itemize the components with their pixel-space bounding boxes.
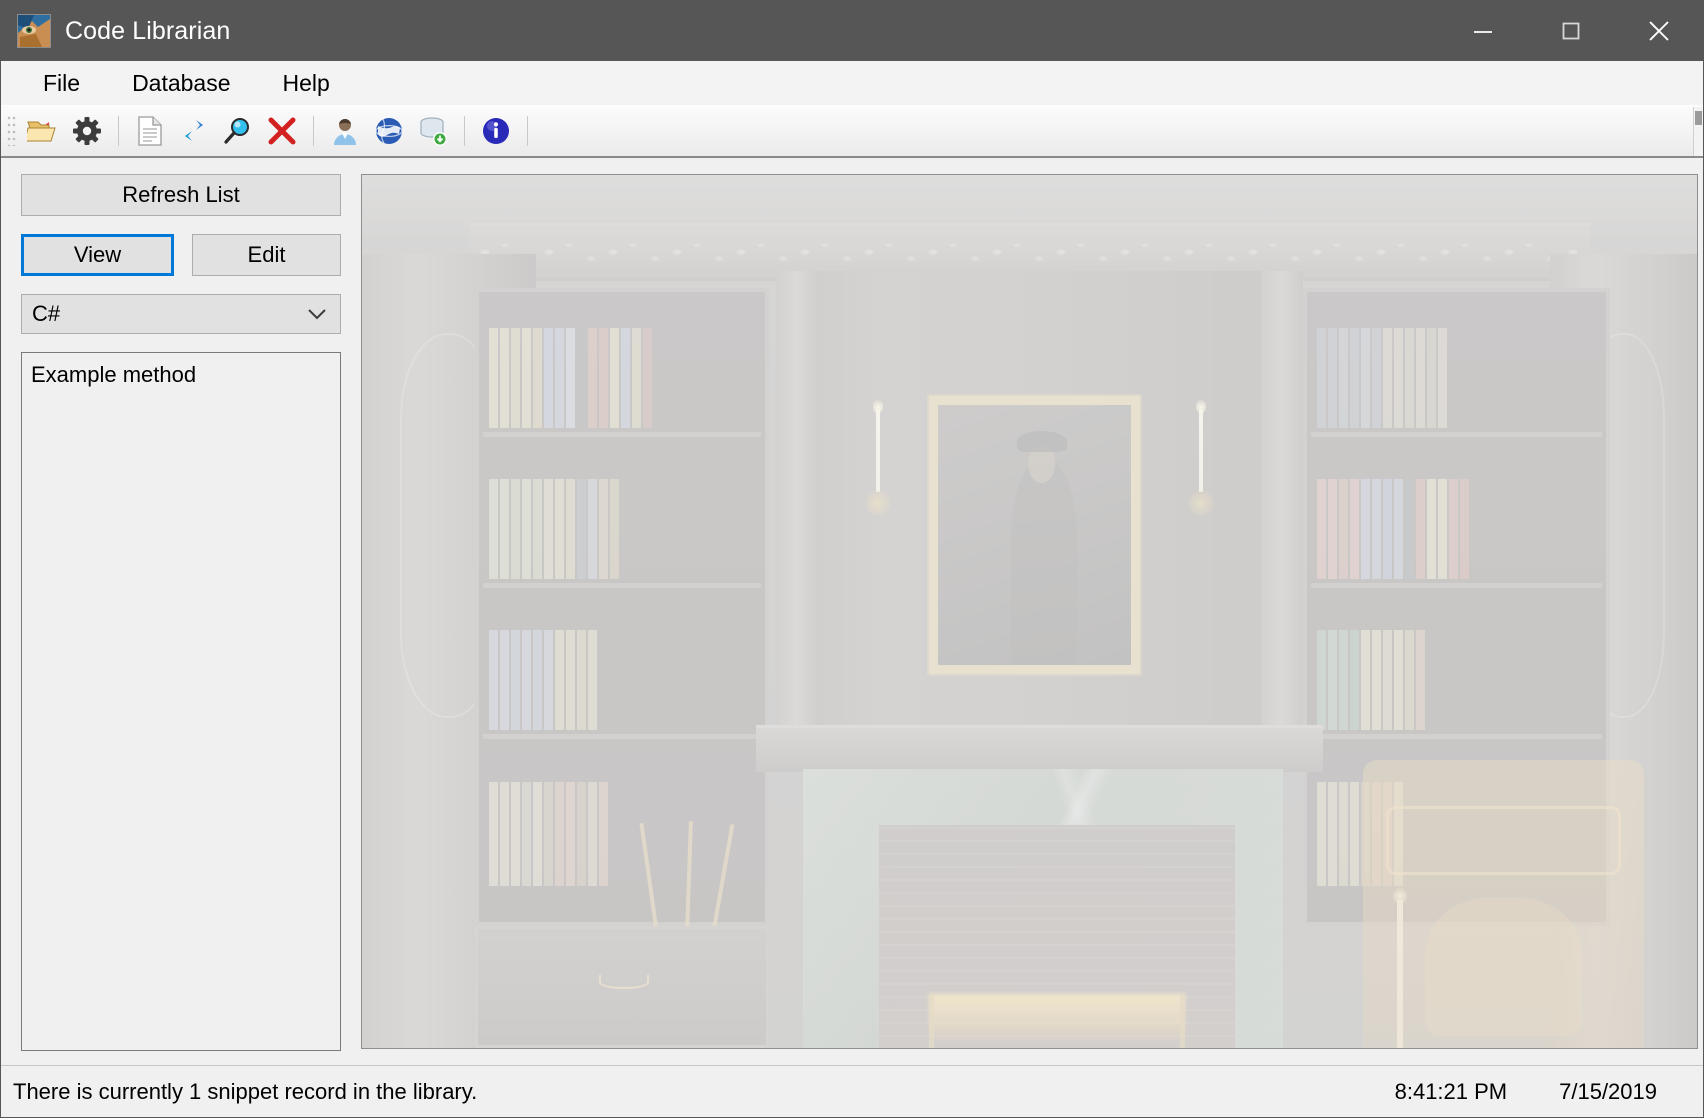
main-content: Refresh List View Edit C# Example method <box>1 158 1703 1065</box>
status-bar: There is currently 1 snippet record in t… <box>1 1065 1703 1117</box>
menu-item-database[interactable]: Database <box>116 67 246 100</box>
bookcase-left <box>475 288 770 926</box>
menu-bar: File Database Help <box>1 61 1703 105</box>
refresh-list-button[interactable]: Refresh List <box>21 174 341 216</box>
edit-button[interactable]: Edit <box>192 234 341 276</box>
view-button[interactable]: View <box>21 234 174 276</box>
app-portrait-icon <box>17 14 51 48</box>
view-edit-row: View Edit <box>21 234 341 276</box>
menu-item-help[interactable]: Help <box>267 67 346 100</box>
toolbar-drag-handle[interactable] <box>7 115 17 146</box>
refresh-row: Refresh List <box>21 174 341 216</box>
toolbar-separator <box>527 115 528 146</box>
refresh-icon[interactable] <box>172 109 216 153</box>
toolbar-scrollbar[interactable] <box>1693 107 1703 156</box>
user-icon[interactable] <box>323 109 367 153</box>
chevron-down-icon <box>306 307 328 321</box>
new-document-icon[interactable] <box>128 109 172 153</box>
toolbar-separator <box>118 115 119 146</box>
library-scene-image <box>362 175 1697 1048</box>
snippet-listbox[interactable]: Example method <box>21 352 341 1051</box>
overmantel <box>775 271 1304 752</box>
delete-x-icon[interactable] <box>260 109 304 153</box>
search-icon[interactable] <box>216 109 260 153</box>
maximize-icon[interactable] <box>1527 2 1615 60</box>
toolbar <box>1 105 1703 158</box>
status-message: There is currently 1 snippet record in t… <box>13 1078 478 1104</box>
candle-sconce-left <box>865 399 892 516</box>
candle-sconce-right <box>1188 399 1214 516</box>
database-add-icon[interactable] <box>411 109 455 153</box>
language-combobox[interactable]: C# <box>21 294 341 334</box>
preview-image-panel[interactable] <box>361 174 1698 1049</box>
menu-item-file[interactable]: File <box>27 67 96 100</box>
globe-icon[interactable] <box>367 109 411 153</box>
window-title: Code Librarian <box>65 16 231 45</box>
application-window: Code Librarian File Database Help Refres… <box>0 0 1704 1118</box>
left-panel: Refresh List View Edit C# Example method <box>1 158 361 1065</box>
mantel-shelf <box>755 724 1324 772</box>
status-date: 7/15/2019 <box>1559 1078 1657 1104</box>
title-bar: Code Librarian <box>1 1 1703 61</box>
status-time: 8:41:21 PM <box>1394 1078 1508 1104</box>
language-combobox-value: C# <box>32 301 61 326</box>
gear-icon[interactable] <box>65 109 109 153</box>
close-icon[interactable] <box>1615 2 1703 60</box>
toolbar-separator <box>313 115 314 146</box>
open-folder-icon[interactable] <box>21 109 65 153</box>
wooden-chair <box>1363 759 1644 1048</box>
fireplace <box>802 768 1284 1048</box>
info-icon[interactable] <box>474 109 518 153</box>
minimize-icon[interactable] <box>1439 2 1527 60</box>
toolbar-separator <box>464 115 465 146</box>
list-item[interactable]: Example method <box>22 359 340 391</box>
low-cabinet <box>475 925 770 1048</box>
framed-portrait <box>928 395 1140 675</box>
